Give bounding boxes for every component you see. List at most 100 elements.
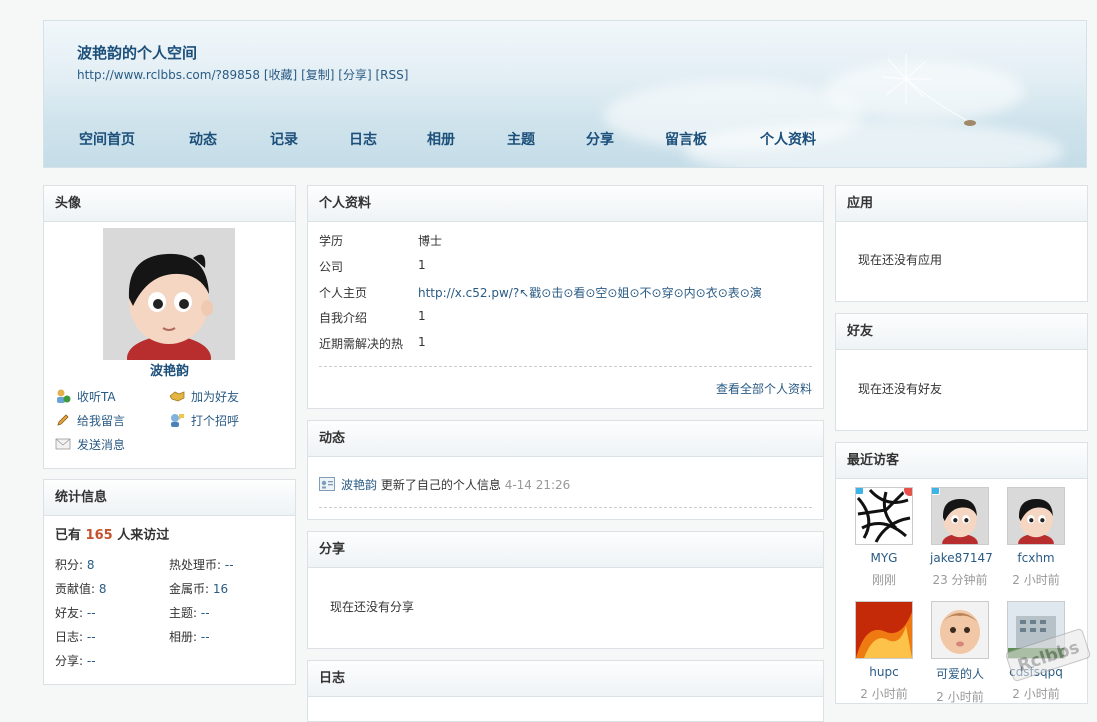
stat-item: 相册: -- <box>169 630 210 644</box>
nav-home[interactable]: 空间首页 <box>79 129 135 149</box>
stat-item: 金属币: 16 <box>169 582 229 596</box>
follow-action[interactable]: 收听TA <box>55 388 116 407</box>
avatar[interactable] <box>103 228 235 360</box>
avatar-cartoon-icon <box>932 488 988 544</box>
visitor-avatar[interactable] <box>1007 487 1065 545</box>
avatar-cartoon-icon <box>1008 488 1064 544</box>
stats-box-title: 统计信息 <box>44 480 295 516</box>
send-message-action[interactable]: 发送消息 <box>55 436 125 455</box>
say-hello-action[interactable]: 打个招呼 <box>169 412 239 431</box>
stat-item: 贡献值: 8 <box>55 582 107 596</box>
profile-label: 近期需解决的热 <box>319 337 404 351</box>
space-title[interactable]: 波艳韵的个人空间 <box>77 42 197 63</box>
visit-count-line: 已有 165 人来访过 <box>55 528 170 543</box>
share-box-title: 分享 <box>308 532 823 568</box>
nav-guestbook[interactable]: 留言板 <box>665 129 707 149</box>
apps-empty-text: 现在还没有应用 <box>858 253 943 267</box>
divider <box>319 507 812 508</box>
visitor-item[interactable]: jake87147 23 分钟前 <box>930 487 993 588</box>
visitor-item[interactable]: hupc 2 小时前 <box>854 601 914 702</box>
leave-message-action[interactable]: 给我留言 <box>55 412 125 431</box>
friends-box-title: 好友 <box>836 314 1087 350</box>
profile-card-icon <box>319 477 335 494</box>
visitor-avatar[interactable] <box>931 487 989 545</box>
profile-label: 自我介绍 <box>319 311 368 325</box>
nav-share[interactable]: 分享 <box>586 129 614 149</box>
visitor-avatar[interactable] <box>855 487 913 545</box>
abstract-avatar-icon <box>856 488 912 544</box>
nav-records[interactable]: 记录 <box>270 129 298 149</box>
copy-link[interactable]: [复制] <box>301 68 334 82</box>
follow-icon <box>55 388 71 407</box>
stat-item: 分享: -- <box>55 654 96 668</box>
profile-value: 1 <box>418 258 426 272</box>
nav-topics[interactable]: 主题 <box>507 129 535 149</box>
visitor-time: 2 小时前 <box>860 687 908 701</box>
view-all-profile-link[interactable]: 查看全部个人资料 <box>716 380 812 397</box>
pencil-icon <box>55 412 71 431</box>
profile-box-title: 个人资料 <box>308 186 823 222</box>
visitor-avatar[interactable] <box>931 601 989 659</box>
profile-value: 1 <box>418 335 426 349</box>
share-link[interactable]: [分享] <box>338 68 371 82</box>
visitor-item[interactable]: fcxhm 2 小时前 <box>1006 487 1066 588</box>
visitor-name[interactable]: jake87147 <box>930 551 993 565</box>
share-box: 分享 现在还没有分享 <box>307 531 824 649</box>
nav-album[interactable]: 相册 <box>427 129 455 149</box>
stat-item: 主题: -- <box>169 606 210 620</box>
profile-value: 1 <box>418 309 426 323</box>
space-url[interactable]: http://www.rclbbs.com/?89858 <box>77 68 260 82</box>
add-friend-action[interactable]: 加为好友 <box>169 388 239 407</box>
flame-photo-icon <box>856 602 912 658</box>
profile-box: 个人资料 学历 博士 公司 1 个人主页 http://x.c52.pw/?↖戳… <box>307 185 824 409</box>
online-badge-icon <box>856 488 864 495</box>
avatar-box: 头像 波艳韵 收听TA 加为好友 给我留言 打个招呼 发送消息 <box>43 185 296 469</box>
online-badge-icon <box>932 488 940 495</box>
feed-user-link[interactable]: 波艳韵 <box>341 478 377 492</box>
profile-label: 个人主页 <box>319 286 368 300</box>
stat-item: 热处理币: -- <box>169 558 234 572</box>
bookmark-link[interactable]: [收藏] <box>264 68 297 82</box>
feed-action: 更新了自己的个人信息 <box>380 478 501 492</box>
visitor-name[interactable]: hupc <box>854 665 914 679</box>
homepage-link[interactable]: http://x.c52.pw/?↖戳⊙击⊙看⊙空⊙姐⊙不⊙穿⊙内⊙衣⊙表⊙演 <box>418 284 813 301</box>
space-header: 波艳韵的个人空间 http://www.rclbbs.com/?89858 [收… <box>43 20 1087 168</box>
stat-item: 积分: 8 <box>55 558 95 572</box>
envelope-icon <box>55 436 71 455</box>
stat-item: 日志: -- <box>55 630 96 644</box>
visitor-time: 23 分钟前 <box>932 573 988 587</box>
visitor-avatar[interactable] <box>855 601 913 659</box>
apps-box: 应用 现在还没有应用 <box>835 185 1088 302</box>
visitor-time: 2 小时前 <box>936 690 984 704</box>
handshake-icon <box>169 388 185 407</box>
blog-box-title: 日志 <box>308 661 823 697</box>
stats-box: 统计信息 已有 165 人来访过 积分: 8 热处理币: -- 贡献值: 8 金… <box>43 479 296 685</box>
feed-box: 动态 波艳韵 更新了自己的个人信息 4-14 21:26 <box>307 420 824 520</box>
nav-feed[interactable]: 动态 <box>189 129 217 149</box>
stat-item: 好友: -- <box>55 606 96 620</box>
feed-time: 4-14 21:26 <box>504 478 571 492</box>
visitor-item[interactable]: MYG 刚刚 <box>854 487 914 588</box>
visitors-box-title: 最近访客 <box>836 443 1087 479</box>
visitor-time: 刚刚 <box>871 573 896 587</box>
share-empty-text: 现在还没有分享 <box>330 600 415 614</box>
friends-box: 好友 现在还没有好友 <box>835 313 1088 431</box>
visitor-name[interactable]: fcxhm <box>1006 551 1066 565</box>
baby-photo-icon <box>932 602 988 658</box>
visitor-name[interactable]: MYG <box>854 551 914 565</box>
nav-profile[interactable]: 个人资料 <box>760 129 816 149</box>
avatar-username[interactable]: 波艳韵 <box>44 360 295 379</box>
avatar-cartoon-icon <box>103 228 235 360</box>
visitor-item[interactable]: 可爱的人 2 小时前 <box>930 601 990 704</box>
blog-box: 日志 <box>307 660 824 722</box>
apps-box-title: 应用 <box>836 186 1087 222</box>
profile-label: 学历 <box>319 234 344 248</box>
space-url-line: http://www.rclbbs.com/?89858 [收藏] [复制] [… <box>77 66 408 83</box>
rss-link[interactable]: [RSS] <box>375 68 408 82</box>
avatar-box-title: 头像 <box>44 186 295 222</box>
feed-box-title: 动态 <box>308 421 823 457</box>
nav-blog[interactable]: 日志 <box>349 129 377 149</box>
rclbbs-watermark-logo: Rclbbs <box>1005 628 1091 682</box>
greet-icon <box>169 412 185 431</box>
visitor-name[interactable]: 可爱的人 <box>930 665 990 682</box>
